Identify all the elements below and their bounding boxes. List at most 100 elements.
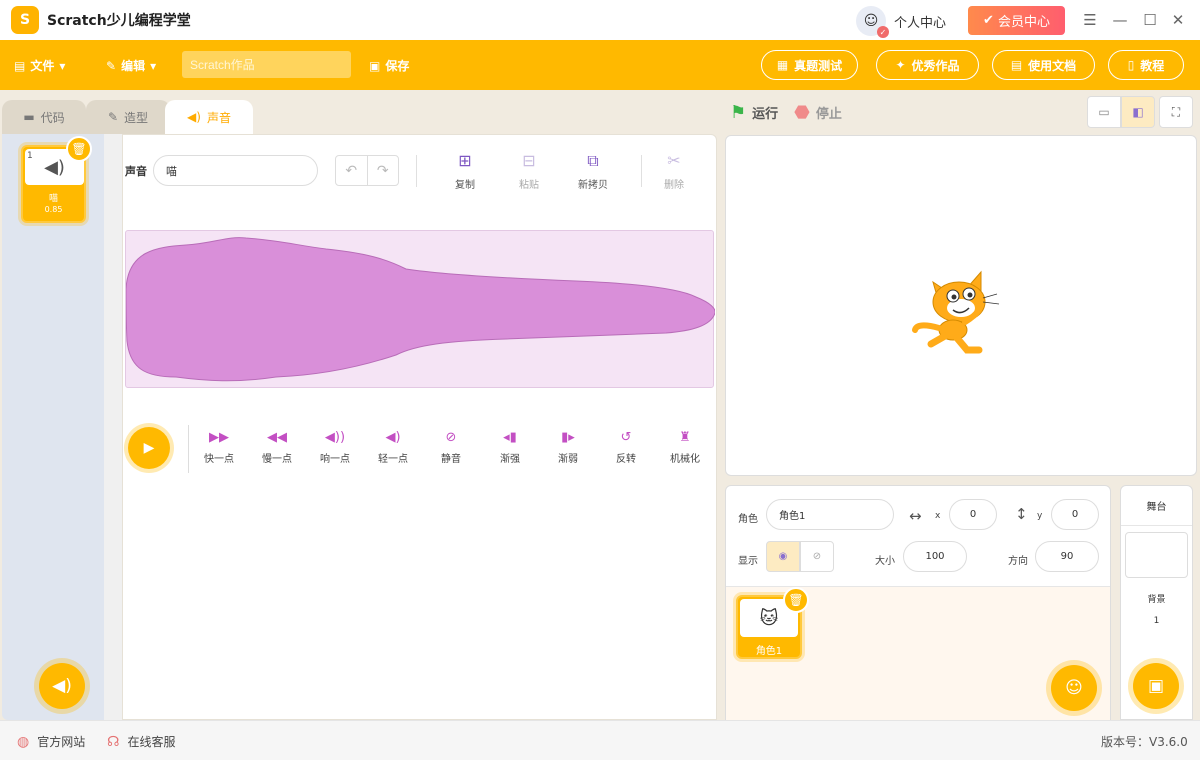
sound-item-name: 喵 <box>48 194 58 204</box>
copy-button[interactable]: ⊞ 复制 <box>440 151 490 191</box>
main-toolbar: ▤ 文件 ▾ ✎ 编辑 ▾ ▣ 保存 ▦ 真题测试 ✦ 优秀作品 ▤ 使用文档 ▯ 教程 <box>0 40 1200 90</box>
show-visible-button[interactable]: ◉ <box>766 541 800 572</box>
backdrop-label: 背景 <box>1147 595 1166 605</box>
sprite-name-label: 角色 <box>738 514 758 525</box>
normal-stage-icon: ◧ <box>1132 105 1144 119</box>
effect-slower-button[interactable]: ◀◀ 慢一点 <box>254 430 300 465</box>
project-name-input[interactable] <box>182 51 351 78</box>
run-button[interactable]: 运行 <box>752 103 778 122</box>
copy-icon: ⊞ <box>458 151 472 170</box>
stop-button[interactable]: 停止 <box>816 103 842 122</box>
online-support-link[interactable]: ☊ 在线客服 <box>107 733 175 750</box>
new-copy-button[interactable]: ⧉ 新拷贝 <box>568 151 618 191</box>
exam-button[interactable]: ▦ 真题测试 <box>761 50 858 80</box>
tab-sound[interactable]: ◀) 声音 <box>165 100 253 134</box>
add-backdrop-button[interactable]: ▣ <box>1133 663 1179 709</box>
stage-title: 舞台 <box>1121 486 1192 526</box>
show-hidden-button[interactable]: ⊘ <box>800 541 834 572</box>
tab-costume[interactable]: ✎ 造型 <box>86 100 170 134</box>
file-menu[interactable]: ▤ 文件 ▾ <box>14 57 65 74</box>
tutorial-button[interactable]: ▯ 教程 <box>1108 50 1184 80</box>
app-logo-icon: S <box>11 6 39 34</box>
sprite-name-value: 角色1 <box>779 511 806 522</box>
faster-icon: ▶▶ <box>209 430 229 445</box>
menu-icon[interactable]: ☰ <box>1080 10 1100 30</box>
featured-works-button[interactable]: ✦ 优秀作品 <box>876 50 979 80</box>
minimize-icon[interactable]: — <box>1110 10 1130 30</box>
backdrop-count: 1 <box>1153 616 1160 626</box>
maximize-icon[interactable]: ☐ <box>1140 10 1160 30</box>
x-label: x <box>935 511 941 521</box>
delete-sprite-icon[interactable]: 🗑 <box>783 587 809 613</box>
effect-label: 快一点 <box>204 454 234 465</box>
effect-fade-out-button[interactable]: ▮▸ 渐弱 <box>545 430 591 465</box>
edit-menu[interactable]: ✎ 编辑 ▾ <box>106 57 156 74</box>
effect-robot-button[interactable]: ♜ 机械化 <box>662 430 708 465</box>
save-button[interactable]: ▣ 保存 <box>369 57 409 74</box>
copy-label: 复制 <box>455 180 475 191</box>
size-field[interactable]: 100 <box>903 541 967 572</box>
scrollbar[interactable] <box>104 134 122 720</box>
direction-field[interactable]: 90 <box>1035 541 1099 572</box>
support-label: 在线客服 <box>127 735 176 749</box>
delete-sound-icon[interactable]: 🗑 <box>66 136 92 162</box>
add-sound-button[interactable]: ◀) <box>39 663 85 709</box>
file-label: 文件 <box>30 59 55 73</box>
waveform[interactable] <box>125 230 716 388</box>
featured-label: 优秀作品 <box>911 58 960 73</box>
effect-label: 慢一点 <box>262 454 292 465</box>
size-value: 100 <box>925 551 945 562</box>
delete-button[interactable]: ✂ 删除 <box>649 151 699 191</box>
stage-canvas[interactable] <box>725 135 1197 476</box>
effect-label: 渐强 <box>500 454 520 465</box>
vip-center-button[interactable]: ✔ 会员中心 <box>968 6 1065 35</box>
sprite-name-field[interactable]: 角色1 <box>766 499 894 530</box>
effect-softer-button[interactable]: ◀) 轻一点 <box>370 430 416 465</box>
official-website-link[interactable]: ◍ 官方网站 <box>17 733 85 750</box>
close-icon[interactable]: ✕ <box>1168 10 1188 30</box>
tutorial-label: 教程 <box>1140 58 1165 73</box>
new-copy-label: 新拷贝 <box>578 180 608 191</box>
cat-sprite[interactable] <box>909 258 1009 358</box>
clipboard-icon: ▦ <box>776 58 789 72</box>
effect-mute-button[interactable]: ⊘ 静音 <box>428 430 474 465</box>
paste-button[interactable]: ⊟ 粘贴 <box>504 151 554 191</box>
x-value: 0 <box>969 509 977 520</box>
normal-stage-button[interactable]: ◧ <box>1121 96 1155 128</box>
stop-icon[interactable]: ⬣ <box>794 102 810 123</box>
sound-name-input[interactable] <box>153 155 318 186</box>
chevron-down-icon: ▾ <box>150 58 157 73</box>
small-stage-button[interactable]: ▭ <box>1087 96 1121 128</box>
delete-label: 删除 <box>664 180 684 191</box>
direction-value: 90 <box>1060 551 1074 562</box>
slower-icon: ◀◀ <box>267 430 287 445</box>
divider <box>188 425 189 473</box>
softer-icon: ◀) <box>385 430 401 445</box>
effect-fade-in-button[interactable]: ◂▮ 渐强 <box>487 430 533 465</box>
scissors-icon: ✂ <box>667 151 681 170</box>
y-label: y <box>1037 511 1043 521</box>
add-sprite-button[interactable]: ☺ <box>1051 665 1097 711</box>
effect-faster-button[interactable]: ▶▶ 快一点 <box>196 430 242 465</box>
effect-label: 轻一点 <box>378 454 408 465</box>
sprite-info-panel: 角色 角色1 ↔ x 0 ↕ y 0 显示 ◉ ⊘ 大小 100 方向 90 🐱… <box>725 485 1111 721</box>
tab-code[interactable]: ▬ 代码 <box>2 100 86 134</box>
louder-icon: ◀)) <box>324 430 346 445</box>
x-field[interactable]: 0 <box>949 499 997 530</box>
redo-icon[interactable]: ↷ <box>366 156 399 185</box>
user-center-button[interactable]: ☺ ✓ 个人中心 <box>856 6 946 38</box>
green-flag-icon[interactable]: ⚑ <box>730 102 746 123</box>
sprite-list: 🐱 角色1 🗑 ☺ <box>726 586 1110 721</box>
docs-button[interactable]: ▤ 使用文档 <box>992 50 1095 80</box>
effect-louder-button[interactable]: ◀)) 响一点 <box>312 430 358 465</box>
play-button[interactable]: ▶ <box>128 427 170 469</box>
effect-reverse-button[interactable]: ↺ 反转 <box>603 430 649 465</box>
sound-editor: 声音 ↶ ↷ ⊞ 复制 ⊟ 粘贴 ⧉ 新拷贝 ✂ 删除 ▶ ▶▶ 快一点 ◀◀ 慢一点 ◀)… <box>122 134 717 720</box>
edit-label: 编辑 <box>121 59 146 73</box>
eye-off-icon: ⊘ <box>812 551 822 562</box>
undo-icon[interactable]: ↶ <box>336 156 367 185</box>
backdrop-thumbnail[interactable] <box>1125 532 1188 578</box>
chevron-down-icon: ▾ <box>59 58 66 73</box>
y-field[interactable]: 0 <box>1051 499 1099 530</box>
fullscreen-button[interactable]: ⛶ <box>1159 96 1193 128</box>
